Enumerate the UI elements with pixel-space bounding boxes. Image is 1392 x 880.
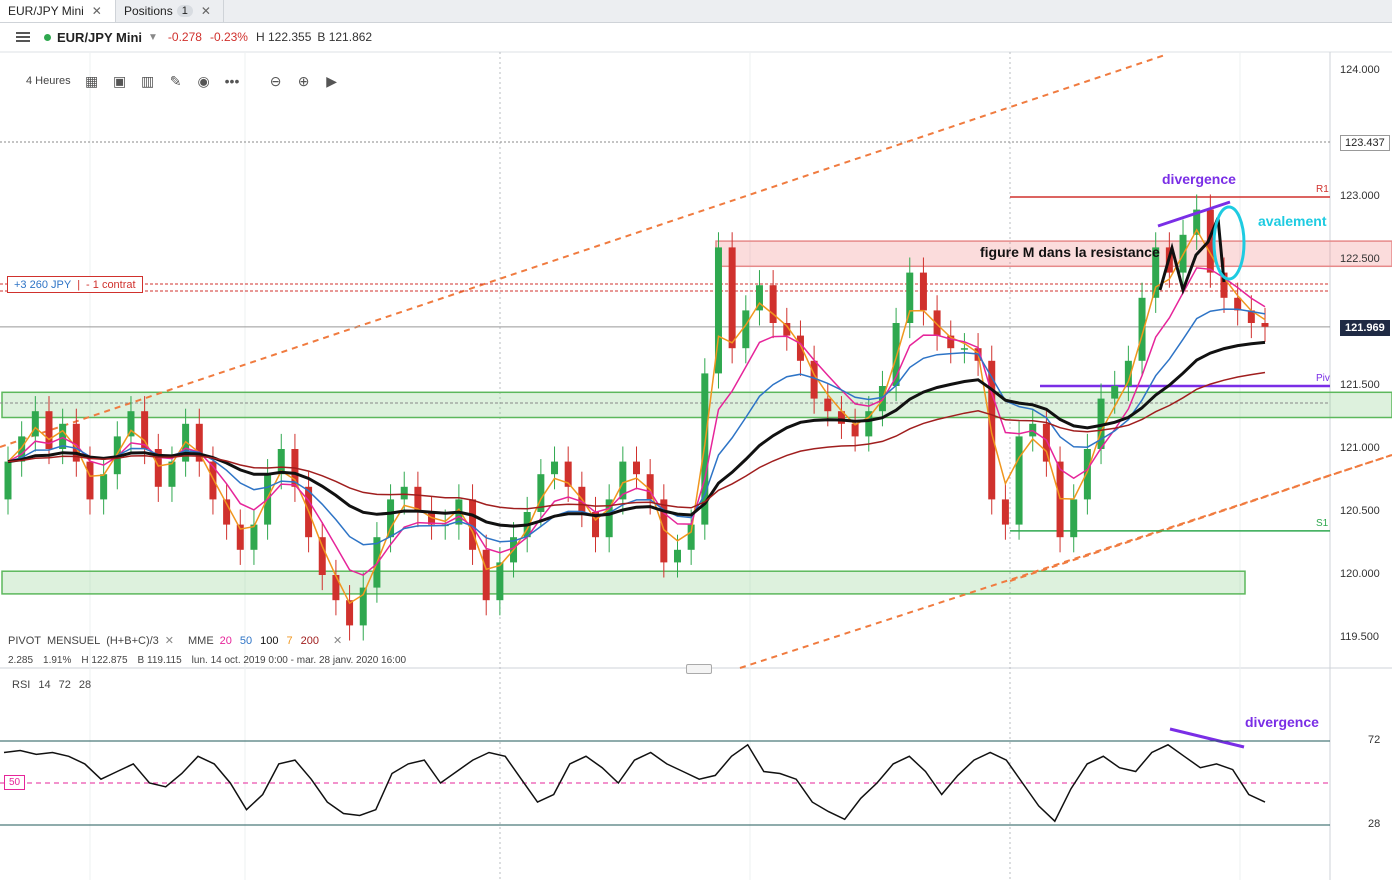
indicator-legend: PIVOT MENSUEL (H+B+C)/3 ✕ MME 20 50 100 7 20… bbox=[8, 634, 348, 648]
rsi-level-28-label: 28 bbox=[1368, 818, 1381, 830]
s1-label: S1 bbox=[1316, 517, 1329, 529]
pivot-label: Piv bbox=[1316, 373, 1330, 384]
r1-label: R1 bbox=[1316, 184, 1329, 195]
candle-body bbox=[1070, 499, 1078, 538]
candle-body bbox=[796, 335, 804, 361]
candle-body bbox=[1083, 449, 1091, 500]
last-price-box: 121.969 bbox=[1340, 319, 1390, 336]
support-zone-lower bbox=[1, 570, 1246, 595]
price-tick-label: 120.000 bbox=[1340, 568, 1380, 580]
price-zones bbox=[1, 240, 1392, 595]
stat-range: 2.285 bbox=[8, 655, 34, 666]
candle-body bbox=[960, 348, 968, 350]
rsi-divergence-line bbox=[1169, 727, 1245, 749]
price-tick-label: 120.500 bbox=[1340, 505, 1380, 517]
rsi-param-upper: 72 bbox=[58, 679, 71, 691]
stat-high: H 122.875 bbox=[81, 655, 128, 666]
candle-body bbox=[400, 486, 408, 500]
cursor-price-box: 123.437 bbox=[1340, 134, 1390, 151]
eye-icon[interactable]: ◉ bbox=[197, 74, 211, 88]
timeframe-selector[interactable]: 4 Heures bbox=[26, 75, 71, 87]
candle-body bbox=[919, 272, 927, 311]
scroll-end-icon[interactable]: ▶ bbox=[325, 74, 339, 88]
calendar-icon[interactable]: ▣ bbox=[113, 74, 127, 88]
annotation-divergence-top: divergence bbox=[1162, 171, 1236, 187]
price-tick-label: 123.000 bbox=[1340, 190, 1380, 202]
candle-body bbox=[633, 461, 640, 475]
panel-resize-handle[interactable] bbox=[686, 664, 712, 674]
legend-mme-period: 100 bbox=[260, 634, 279, 647]
candle-body bbox=[250, 524, 258, 550]
legend-mme-period: 200 bbox=[300, 634, 320, 647]
position-pl: +3 260 JPY bbox=[14, 278, 72, 291]
price-tick-label: 119.500 bbox=[1340, 631, 1379, 643]
legend-mme-periods: 20 50 100 7 200 bbox=[220, 635, 327, 647]
candle-body bbox=[1234, 297, 1242, 311]
draw-pencil-icon[interactable]: ✎ bbox=[169, 74, 183, 88]
candle-body bbox=[824, 398, 832, 412]
candle-body bbox=[1261, 323, 1269, 327]
legend-pivot-type: MENSUEL bbox=[47, 634, 101, 647]
candle-body bbox=[673, 549, 681, 563]
legend-mme-period: 20 bbox=[219, 634, 232, 647]
candle-body bbox=[933, 310, 941, 336]
candle-body bbox=[728, 247, 736, 349]
candle-body bbox=[551, 461, 559, 475]
candle-body bbox=[496, 562, 504, 601]
candle-body bbox=[1042, 423, 1050, 462]
legend-mme: MME bbox=[188, 634, 214, 647]
candle-body bbox=[86, 461, 94, 500]
close-icon[interactable]: ✕ bbox=[165, 634, 174, 647]
rsi-param-lower: 28 bbox=[78, 679, 92, 691]
legend-pivot: PIVOT bbox=[8, 634, 42, 647]
price-chart[interactable] bbox=[0, 0, 1392, 880]
legend-pivot-formula: (H+B+C)/3 bbox=[106, 634, 159, 647]
candle-body bbox=[318, 537, 326, 575]
candle-body bbox=[387, 499, 395, 538]
zoom-out-icon[interactable]: ⊖ bbox=[269, 74, 283, 88]
candle-body bbox=[1111, 386, 1119, 399]
candle-body bbox=[906, 272, 914, 323]
bar-chart-icon[interactable]: ▥ bbox=[141, 74, 155, 88]
annotation-figure-m: figure M dans la resistance bbox=[980, 244, 1160, 260]
price-tick-label: 121.500 bbox=[1340, 379, 1380, 391]
price-tick-label: 121.000 bbox=[1340, 442, 1380, 454]
chart-type-icon[interactable]: ▦ bbox=[85, 74, 99, 88]
candle-body bbox=[4, 461, 12, 500]
support-zone-upper bbox=[1, 391, 1392, 419]
price-tick-label: 124.000 bbox=[1340, 64, 1380, 76]
stat-period: lun. 14 oct. 2019 0:00 - mar. 28 janv. 2… bbox=[191, 655, 407, 666]
rsi-legend: RSI 14 72 28 bbox=[12, 679, 99, 691]
more-icon[interactable]: ••• bbox=[225, 74, 240, 88]
rsi-level-50-label: 50 bbox=[4, 775, 26, 790]
candle-body bbox=[1015, 436, 1023, 525]
legend-mme-period: 50 bbox=[239, 634, 253, 647]
candle-body bbox=[851, 423, 859, 437]
candle-body bbox=[482, 549, 490, 601]
zoom-in-icon[interactable]: ⊕ bbox=[297, 74, 311, 88]
position-label[interactable]: +3 260 JPY | - 1 contrat bbox=[7, 276, 143, 293]
rsi-panel bbox=[0, 740, 1330, 826]
position-contracts: - 1 contrat bbox=[86, 278, 136, 291]
position-separator: | bbox=[77, 278, 81, 291]
candle-body bbox=[332, 575, 340, 601]
candle-body bbox=[769, 285, 777, 323]
close-icon[interactable]: ✕ bbox=[333, 634, 342, 647]
stat-range-pct: 1.91% bbox=[43, 655, 72, 666]
annotation-divergence-rsi: divergence bbox=[1245, 714, 1319, 730]
chart-toolbar: 4 Heures ▦ ▣ ▥ ✎ ◉ ••• ⊖ ⊕ ▶ bbox=[14, 70, 353, 92]
candle-body bbox=[141, 411, 149, 449]
rsi-param-period: 14 bbox=[38, 679, 51, 691]
price-tick-label: 122.500 bbox=[1340, 253, 1380, 265]
rsi-level-72-label: 72 bbox=[1368, 734, 1381, 746]
candle-body bbox=[100, 474, 108, 500]
range-stats: 2.285 1.91% H 122.875 B 119.115 lun. 14 … bbox=[8, 655, 416, 666]
stat-low: B 119.115 bbox=[137, 655, 182, 666]
candle-body bbox=[168, 461, 176, 487]
annotation-avalement: avalement bbox=[1258, 213, 1327, 229]
candle-body bbox=[1001, 499, 1009, 525]
candle-body bbox=[31, 411, 39, 437]
legend-mme-period: 7 bbox=[286, 634, 293, 647]
rsi-label: RSI bbox=[12, 679, 31, 691]
